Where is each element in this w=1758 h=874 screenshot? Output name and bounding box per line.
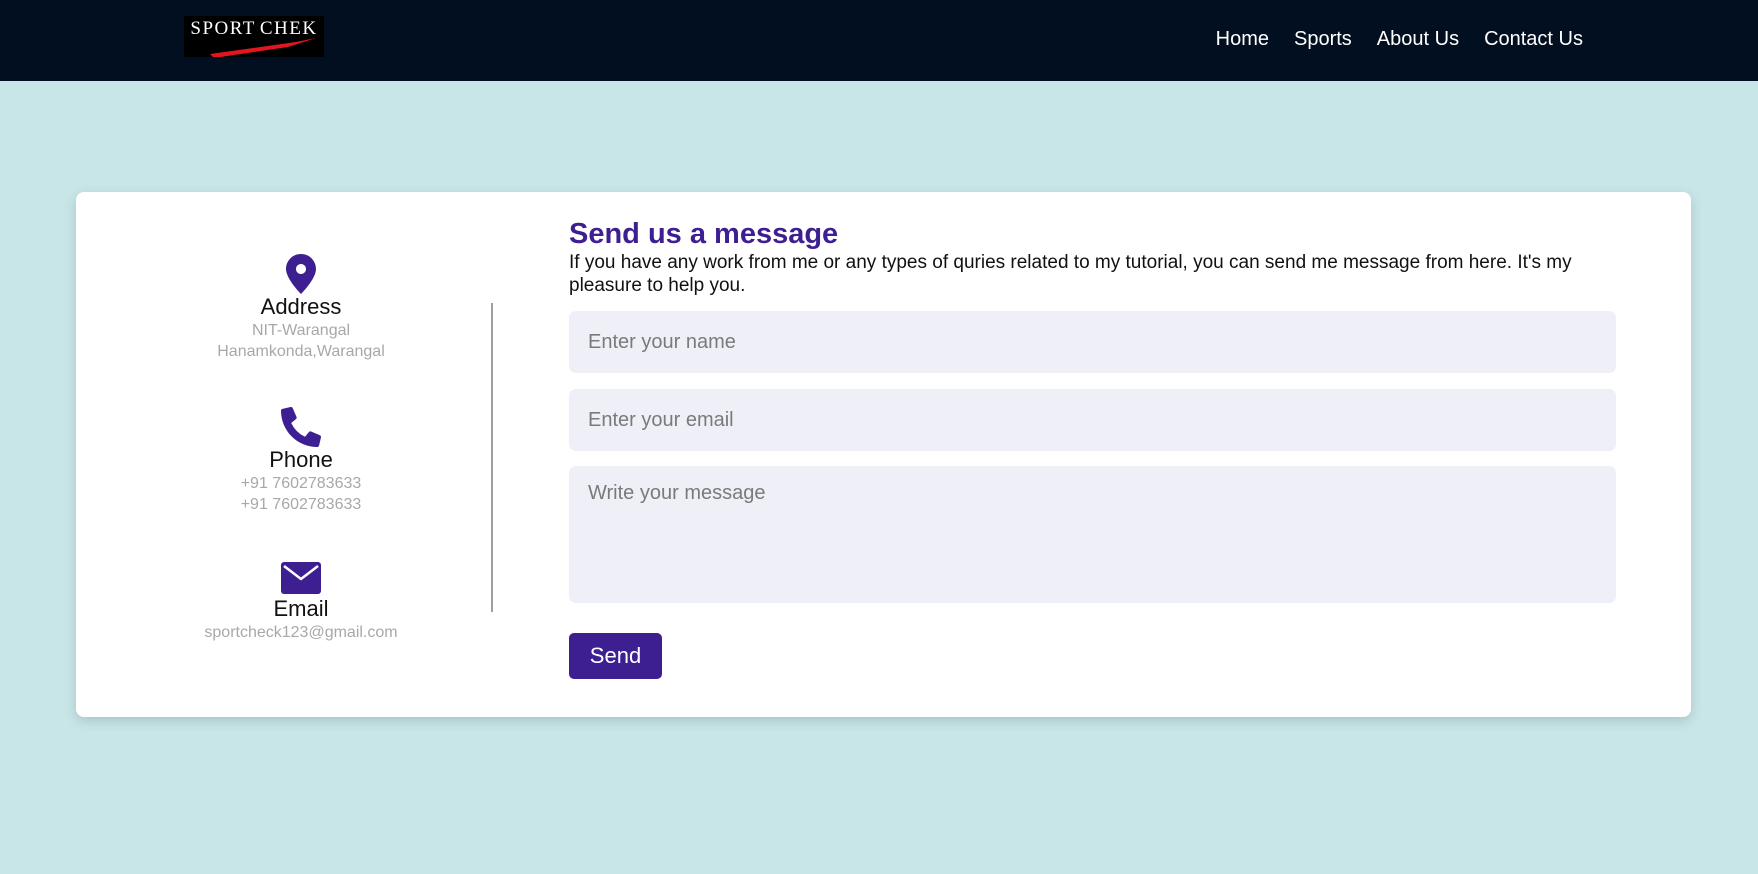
nav-home-link[interactable]: Home (1216, 27, 1269, 51)
name-input[interactable] (569, 311, 1616, 373)
nav-sports-link[interactable]: Sports (1294, 27, 1352, 51)
navbar: SPORT CHEK Home Sports About Us Contact U… (0, 0, 1758, 81)
email-input[interactable] (569, 389, 1616, 451)
envelope-icon (281, 562, 321, 594)
phone-block: Phone +91 7602783633 +91 7602783633 (76, 407, 526, 515)
message-textarea[interactable] (569, 466, 1616, 603)
email-title: Email (273, 596, 329, 621)
main-nav: Home Sports About Us Contact Us (1216, 27, 1583, 51)
address-line-1: NIT-Warangal (251, 322, 351, 339)
contact-card: Address NIT-Warangal Hanamkonda,Warangal… (76, 192, 1691, 717)
phone-line-2: +91 7602783633 (240, 496, 362, 513)
brand-logo[interactable]: SPORT CHEK (184, 16, 324, 57)
email-block: Email sportcheck123@gmail.com (76, 562, 526, 643)
address-line-2: Hanamkonda,Warangal (217, 343, 385, 360)
send-button[interactable]: Send (569, 633, 662, 679)
vertical-divider (491, 303, 493, 612)
phone-icon (281, 407, 321, 447)
email-address: sportcheck123@gmail.com (204, 624, 398, 641)
contact-info-column: Address NIT-Warangal Hanamkonda,Warangal… (76, 192, 526, 717)
phone-line-1: +91 7602783633 (240, 475, 362, 492)
map-pin-icon (286, 254, 316, 294)
form-description: If you have any work from me or any type… (569, 252, 1572, 296)
phone-title: Phone (269, 447, 333, 472)
nav-contact-link[interactable]: Contact Us (1484, 27, 1583, 51)
logo-text: SPORT CHEK (190, 18, 318, 39)
nav-about-link[interactable]: About Us (1377, 27, 1459, 51)
form-title: Send us a message (569, 218, 839, 250)
address-title: Address (260, 294, 342, 319)
address-block: Address NIT-Warangal Hanamkonda,Warangal (76, 254, 526, 362)
message-form: Send us a message If you have any work f… (569, 192, 1619, 717)
